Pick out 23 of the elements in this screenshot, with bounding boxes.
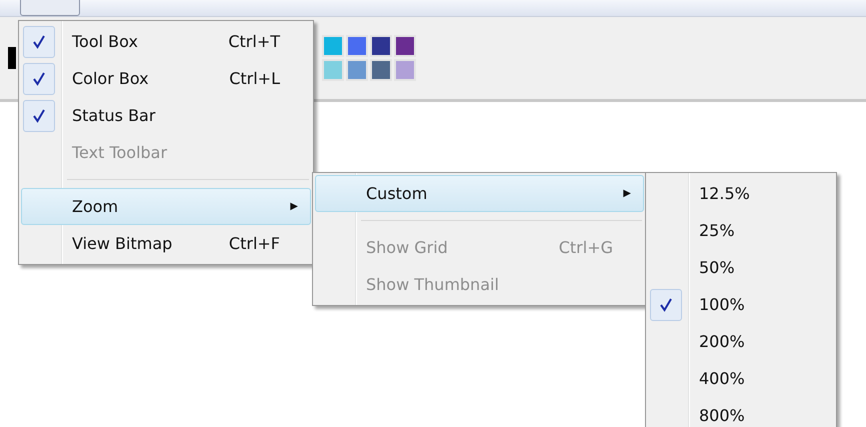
menu-item[interactable]: Status Bar [21, 97, 311, 134]
color-swatch[interactable] [370, 59, 392, 81]
menu-item[interactable]: Custom ▶ [315, 175, 644, 212]
color-swatch[interactable] [346, 35, 368, 57]
menu-item[interactable]: Color Box Ctrl+L [21, 60, 311, 97]
color-swatch[interactable] [394, 35, 416, 57]
menu-item[interactable]: 12.5% [648, 175, 834, 212]
menu-item[interactable]: 800% [648, 397, 834, 427]
color-swatch[interactable] [8, 47, 16, 69]
menu-item[interactable]: 100% [648, 286, 834, 323]
color-swatch[interactable] [370, 35, 392, 57]
menu-item[interactable]: 50% [648, 249, 834, 286]
color-swatch[interactable] [394, 59, 416, 81]
color-swatch[interactable] [346, 59, 368, 81]
menu-item[interactable]: Zoom ▶ [21, 188, 311, 225]
color-swatch[interactable] [322, 35, 344, 57]
color-swatch[interactable] [322, 59, 344, 81]
menu-item[interactable]: Tool Box Ctrl+T [21, 23, 311, 60]
menu-item[interactable]: 25% [648, 212, 834, 249]
menu-item[interactable]: 400% [648, 360, 834, 397]
menu-item[interactable]: 200% [648, 323, 834, 360]
menu-tab[interactable] [20, 0, 80, 16]
menu-item[interactable]: View Bitmap Ctrl+F [21, 225, 311, 262]
